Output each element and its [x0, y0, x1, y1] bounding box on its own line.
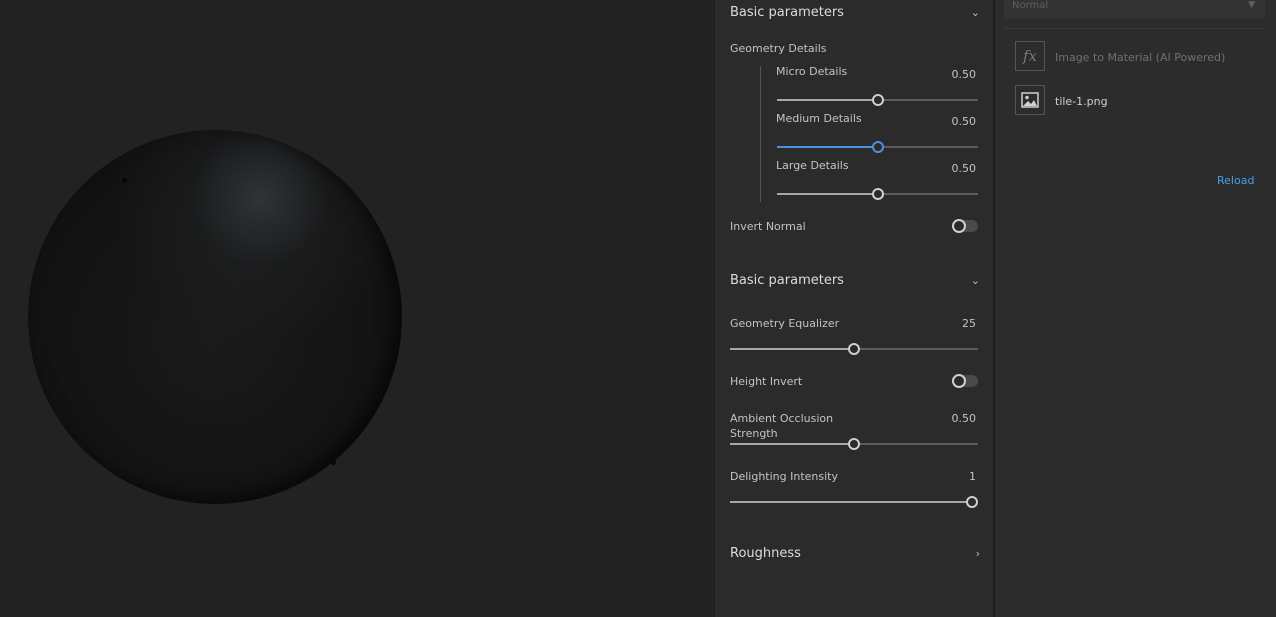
geometry-equalizer-value: 25: [962, 317, 976, 330]
slider-thumb[interactable]: [848, 438, 860, 450]
large-details-value: 0.50: [951, 162, 977, 175]
blend-mode-value: Normal: [1012, 0, 1049, 11]
invert-normal-toggle[interactable]: [952, 219, 978, 233]
section-title: Roughness: [730, 545, 801, 561]
separator: [1004, 28, 1265, 29]
dropdown-arrow-icon: ▼: [1248, 0, 1255, 10]
delighting-intensity-label: Delighting Intensity: [730, 470, 839, 483]
source-item-label-ai[interactable]: Image to Material (AI Powered): [1055, 51, 1225, 64]
large-details-label: Large Details: [776, 159, 849, 172]
ao-strength-slider[interactable]: [730, 438, 978, 450]
micro-details-slider[interactable]: [777, 94, 978, 106]
chevron-down-icon[interactable]: ⌄: [971, 6, 980, 19]
slider-thumb[interactable]: [966, 496, 978, 508]
blend-mode-select[interactable]: Normal ▼: [1004, 0, 1265, 18]
ao-strength-label-line1: Ambient Occlusion: [730, 412, 834, 425]
fx-icon[interactable]: fx: [1015, 41, 1045, 71]
material-preview-sphere[interactable]: [28, 130, 402, 504]
slider-thumb[interactable]: [848, 343, 860, 355]
height-invert-label: Height Invert: [730, 375, 803, 388]
medium-details-slider[interactable]: [777, 141, 978, 153]
reload-link[interactable]: Reload: [1217, 174, 1254, 187]
section-header-basic-parameters-2[interactable]: Basic parameters ⌄: [730, 268, 980, 292]
height-invert-toggle[interactable]: [952, 374, 978, 388]
section-title: Basic parameters: [730, 272, 844, 288]
geometry-equalizer-label: Geometry Equalizer: [730, 317, 840, 330]
geometry-equalizer-slider[interactable]: [730, 343, 978, 355]
image-icon[interactable]: [1015, 85, 1045, 115]
slider-thumb[interactable]: [871, 188, 884, 200]
section-title: Basic parameters: [730, 4, 844, 20]
micro-details-label: Micro Details: [776, 65, 848, 78]
section-header-roughness[interactable]: Roughness ›: [730, 541, 980, 565]
invert-normal-label: Invert Normal: [730, 220, 806, 233]
micro-details-value: 0.50: [951, 68, 977, 81]
properties-panel: [714, 0, 994, 617]
medium-details-value: 0.50: [951, 115, 977, 128]
slider-thumb[interactable]: [871, 141, 884, 153]
large-details-slider[interactable]: [777, 188, 978, 200]
chevron-right-icon[interactable]: ›: [976, 547, 980, 560]
chevron-down-icon[interactable]: ⌄: [971, 274, 980, 287]
section-header-basic-parameters-1[interactable]: Basic parameters ⌄: [730, 0, 980, 24]
medium-details-label: Medium Details: [776, 112, 862, 125]
tree-indent-line: [760, 66, 761, 202]
delighting-intensity-slider[interactable]: [730, 496, 978, 508]
source-item-label-tile[interactable]: tile-1.png: [1055, 95, 1108, 108]
3d-viewport[interactable]: [0, 0, 714, 617]
ao-strength-value: 0.50: [951, 412, 977, 425]
geometry-details-label: Geometry Details: [730, 42, 827, 55]
slider-thumb[interactable]: [871, 94, 884, 106]
delighting-intensity-value: 1: [969, 470, 976, 483]
